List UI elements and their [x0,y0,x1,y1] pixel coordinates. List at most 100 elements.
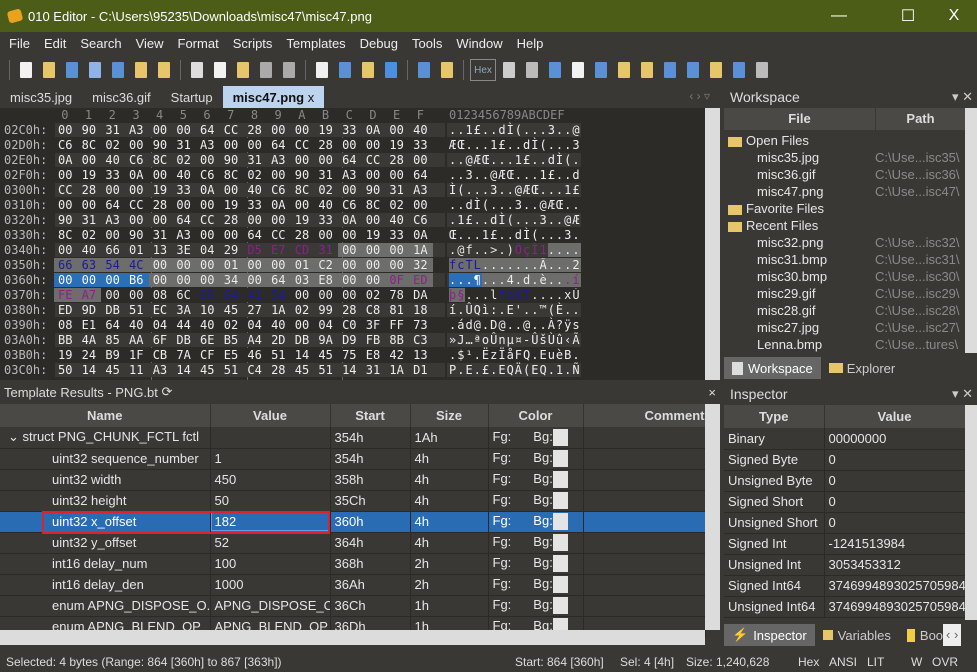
base-convert-icon[interactable] [729,60,749,80]
ascii-text[interactable]: .1£..dÌ(...3..@Æ [449,213,581,228]
hex-bytes[interactable]: 0A 00 40 C6 8C 02 00 90 31 A3 00 00 64 C… [58,153,428,168]
color-cell[interactable]: Fg: Bg: [488,511,584,533]
inspector-row[interactable]: Signed Byte 0 [724,449,966,471]
inspector-row[interactable]: Unsigned Short 0 [724,512,966,534]
workspace-file-item[interactable]: misc27.jpg C:\Use...isc27\ [757,319,965,336]
ascii-text[interactable]: P.E.£.EQÄ(EQ.1.Ñ [449,363,581,378]
percent-icon[interactable] [683,60,703,80]
tab-explorer[interactable]: Explorer [821,357,903,379]
ascii-text[interactable]: ..3..@ÆŒ...1£..d [449,168,581,183]
ascii-text[interactable]: Œ...1£..dÌ(...3. [449,228,581,243]
status-mode[interactable]: Hex [798,652,819,672]
ascii-text[interactable]: ..1£..dÌ(...3..@ [449,123,581,138]
color-cell[interactable]: Fg: Bg: [488,574,584,596]
value-cell[interactable]: 1 [210,448,331,470]
template-row[interactable]: uint32 width 450 358h 4h Fg: Bg: [0,469,706,491]
ascii-text[interactable]: fcTL.......Â...2 [449,258,581,273]
hex-bytes[interactable]: 00 00 00 B6 00 00 00 34 00 64 03 E8 00 0… [58,273,428,288]
expand-chevron-icon[interactable]: ⌄ [8,429,23,444]
menu-help[interactable]: Help [510,36,551,51]
new-file-icon[interactable] [16,60,36,80]
tab-misc36[interactable]: misc36.gif [82,86,161,108]
minimize-button[interactable]: — [816,0,862,32]
value-cell[interactable]: 450 [210,469,331,491]
hex-bytes[interactable]: CC 28 00 00 19 33 0A 00 40 C6 8C 02 00 9… [58,183,428,198]
hex-bytes[interactable]: FE A7 00 00 08 6C 66 64 41 54 00 00 00 0… [58,288,428,303]
col-size[interactable]: Size [410,404,489,427]
close-panel-icon[interactable]: × [708,385,716,400]
ascii-text[interactable]: ..@ÆŒ...1£..dÌ(. [449,153,581,168]
tab-scroll-arrows[interactable]: ‹ › [943,624,962,646]
ascii-text[interactable]: ...¶...4.d.è...í [449,273,581,288]
hex-bytes[interactable]: 66 63 54 4C 00 00 00 01 00 00 01 C2 00 0… [58,258,428,273]
close-file-icon[interactable] [131,60,151,80]
tab-startup[interactable]: Startup [161,86,223,108]
workspace-file-item[interactable]: misc28.gif C:\Use...isc28\ [757,302,965,319]
tab-misc35[interactable]: misc35.jpg [0,86,82,108]
tab-misc47[interactable]: misc47.png x [222,86,325,108]
hex-bytes[interactable]: 50 14 45 11 A3 14 45 51 C4 28 45 51 14 3… [58,363,428,378]
menu-templates[interactable]: Templates [279,36,352,51]
workspace-scrollbar[interactable] [965,108,977,353]
template-row[interactable]: uint32 y_offset 52 364h 4h Fg: Bg: [0,532,706,554]
hex-bytes[interactable]: ED 9D DB 51 EC 3A 10 45 27 1A 02 99 28 C… [58,303,428,318]
ascii-text[interactable]: ..dÌ(...3..@ÆŒ.. [449,198,581,213]
inspector-panel-controls[interactable]: ▾ ✕ [952,386,973,402]
col-type[interactable]: Type [724,405,825,428]
menu-window[interactable]: Window [449,36,509,51]
inspector-row[interactable]: Unsigned Int64 3746994893025705984 [724,596,966,618]
template-row[interactable]: enum APNG_DISPOSE_O...APNG_DISPOSE_O...3… [0,595,706,617]
close-button[interactable]: X [931,0,977,32]
workspace-group[interactable]: Open Files [728,132,809,149]
col-start[interactable]: Start [330,404,411,427]
template-row[interactable]: int16 delay_num 100 368h 2h Fg: Bg: [0,553,706,575]
workspace-file-item[interactable]: Lenna.bmp C:\Use...tures\ [757,336,965,353]
bg-color-swatch[interactable] [552,597,568,615]
tab-inspector[interactable]: ⚡ Inspector [724,624,815,646]
hex-bytes[interactable]: BB 4A 85 AA 6F DB 6E B5 A4 2D DB 9A D9 F… [58,333,428,348]
menu-view[interactable]: View [129,36,171,51]
status-writable[interactable]: W [911,652,922,672]
hex-bytes[interactable]: 90 31 A3 00 00 64 CC 28 00 00 19 33 0A 0… [58,213,428,228]
compare-icon[interactable] [614,60,634,80]
hex-bytes[interactable]: C6 8C 02 00 90 31 A3 00 00 64 CC 28 00 0… [58,138,428,153]
pause-icon[interactable] [752,60,772,80]
paragraph-icon[interactable] [522,60,542,80]
menu-search[interactable]: Search [73,36,128,51]
inspector-row[interactable]: Signed Short 0 [724,491,966,513]
color-cell[interactable]: Fg: Bg: [488,469,584,491]
menu-debug[interactable]: Debug [353,36,405,51]
tab-workspace[interactable]: Workspace [724,357,821,379]
ascii-text[interactable]: .@f..>.)ÕçÍ1.... [449,243,581,258]
open-file-icon[interactable] [39,60,59,80]
color-cell[interactable]: Fg: Bg: [488,595,584,617]
find-in-files-icon[interactable] [358,60,378,80]
ascii-text[interactable]: í.ÛQì:.E'..™(È.. [449,303,581,318]
highlight-icon[interactable] [568,60,588,80]
col-color[interactable]: Color [488,404,584,427]
inspector-row[interactable]: Signed Int -1241513984 [724,533,966,555]
cut-icon[interactable] [187,60,207,80]
bg-color-swatch[interactable] [552,428,568,446]
replace-icon[interactable] [335,60,355,80]
color-cell[interactable]: Fg: Bg: [488,448,584,470]
maximize-button[interactable]: ☐ [885,0,931,32]
hex-bytes[interactable]: 00 40 66 01 13 3E 04 29 D5 E7 CD 31 00 0… [58,243,428,258]
col-value[interactable]: Value [210,404,331,427]
workspace-group[interactable]: Recent Files [728,217,818,234]
wrap-icon[interactable] [499,60,519,80]
find-icon[interactable] [312,60,332,80]
inspector-row[interactable]: Signed Int64 3746994893025705984 [724,575,966,597]
save-all-icon[interactable] [108,60,128,80]
undo-icon[interactable] [256,60,276,80]
bg-color-swatch[interactable] [552,471,568,489]
tab-nav-arrows[interactable]: ‹ › ▿ [689,89,710,103]
col-comment[interactable]: Comment [583,404,706,427]
inspector-row[interactable]: Binary 00000000 [724,428,966,450]
inspector-row[interactable]: Unsigned Int 3053453312 [724,554,966,576]
bg-color-swatch[interactable] [552,555,568,573]
value-cell[interactable]: 50 [210,490,331,512]
checksum-icon[interactable] [706,60,726,80]
col-name[interactable]: Name [0,404,211,427]
workspace-panel-controls[interactable]: ▾ ✕ [952,89,973,105]
